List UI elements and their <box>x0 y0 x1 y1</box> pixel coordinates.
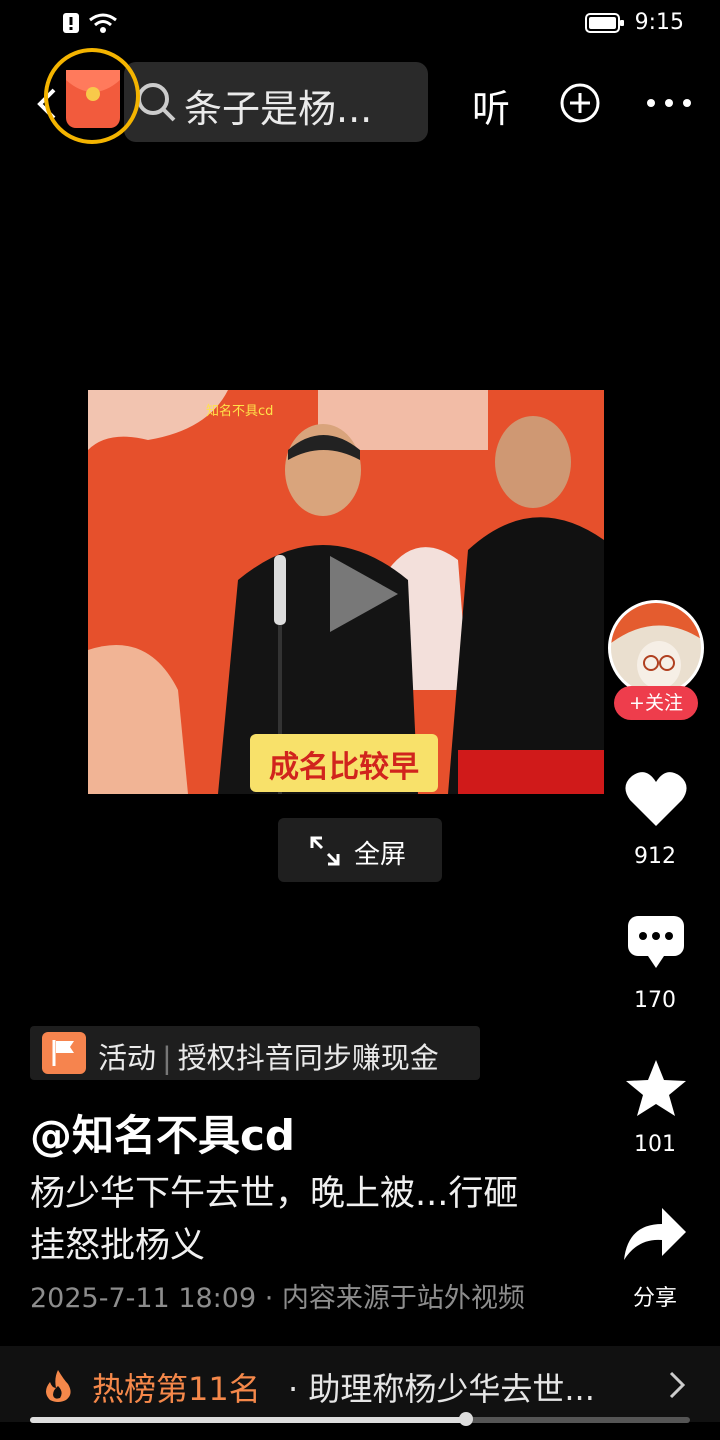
comment-icon[interactable] <box>626 914 686 970</box>
status-right: 9:15 <box>584 10 684 35</box>
more-icon[interactable] <box>646 96 692 110</box>
video-player[interactable] <box>88 390 604 794</box>
red-packet-icon[interactable] <box>66 70 120 128</box>
fire-icon <box>46 1370 71 1402</box>
avatar[interactable] <box>608 600 704 696</box>
progress-knob[interactable] <box>458 1412 473 1426</box>
post-description[interactable]: 杨少华下午去世，晚上被...行砸挂怒批杨义 <box>30 1168 550 1272</box>
like-count: 912 <box>634 844 676 869</box>
flag-icon <box>42 1032 86 1074</box>
listen-button[interactable]: 听 <box>472 78 510 133</box>
hot-rank-label: 热榜第11名 <box>92 1370 261 1408</box>
share-label: 分享 <box>632 1286 677 1311</box>
post-meta: 2025-7-11 18:09 · 内容来源于站外视频 <box>30 1283 525 1314</box>
chevron-right-icon[interactable] <box>668 1370 686 1400</box>
share-icon[interactable] <box>622 1204 688 1262</box>
battery-icon <box>584 12 624 33</box>
expand-icon <box>310 836 340 866</box>
progress-fill <box>30 1417 466 1423</box>
author-name[interactable]: @知名不具cd <box>30 1102 295 1163</box>
activity-text: 活动 | 授权抖音同步赚现金 <box>98 1035 439 1077</box>
search-icon <box>137 83 176 122</box>
hot-topic-title: · 助理称杨少华去世... <box>288 1370 595 1408</box>
video-frame <box>88 390 604 794</box>
status-icons <box>62 12 118 34</box>
activity-description: 授权抖音同步赚现金 <box>177 1041 439 1075</box>
divider: | <box>162 1041 172 1075</box>
heart-icon[interactable] <box>624 768 688 828</box>
wifi-icon <box>89 13 117 33</box>
clock: 9:15 <box>634 10 684 35</box>
fullscreen-label: 全屏 <box>354 840 407 870</box>
follow-button[interactable]: +关注 <box>614 686 698 720</box>
search-query[interactable]: 条子是杨... <box>184 78 372 133</box>
star-icon[interactable] <box>624 1058 688 1118</box>
add-icon[interactable] <box>559 82 601 124</box>
alert-icon <box>63 13 79 33</box>
comment-count: 170 <box>634 988 676 1013</box>
progress-bar[interactable] <box>30 1417 690 1423</box>
activity-tag: 活动 <box>98 1041 157 1075</box>
favorite-count: 101 <box>634 1132 676 1157</box>
